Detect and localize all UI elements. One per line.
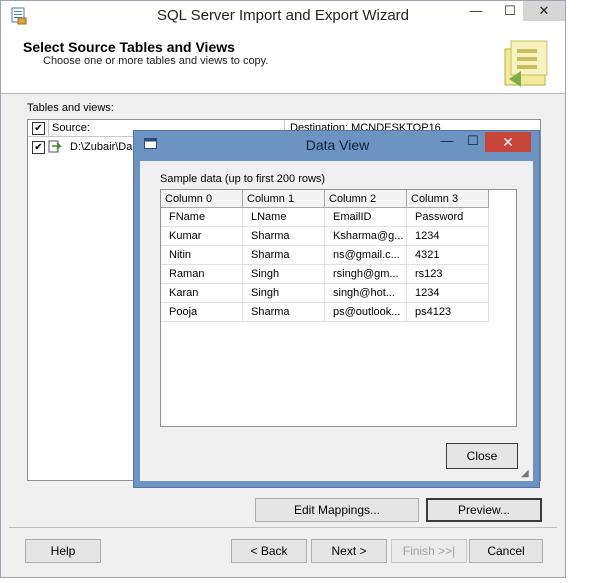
column-header[interactable]: Column 0 xyxy=(161,190,243,208)
table-cell: ns@gmail.c... xyxy=(325,246,407,265)
table-cell: 4321 xyxy=(407,246,489,265)
minimize-button[interactable]: — xyxy=(456,1,496,21)
maximize-button[interactable]: ☐ xyxy=(495,1,525,21)
title-bar[interactable]: SQL Server Import and Export Wizard — ☐ … xyxy=(1,1,565,31)
table-cell: Raman xyxy=(161,265,243,284)
table-cell: 1234 xyxy=(407,284,489,303)
help-button[interactable]: Help xyxy=(25,539,101,563)
sample-data-label: Sample data (up to first 200 rows) xyxy=(160,173,326,185)
table-cell: Sharma xyxy=(243,303,325,322)
back-button[interactable]: < Back xyxy=(231,539,307,563)
column-header[interactable]: Column 2 xyxy=(325,190,407,208)
sample-data-grid[interactable]: Column 0 Column 1 Column 2 Column 3 FNam… xyxy=(160,189,517,427)
table-cell: Sharma xyxy=(243,246,325,265)
dialog-maximize-button[interactable]: ☐ xyxy=(462,133,484,149)
table-cell: FName xyxy=(161,208,243,227)
footer-separator xyxy=(9,527,557,528)
table-row[interactable]: Karan Singh singh@hot... 1234 xyxy=(161,284,489,303)
column-header[interactable]: Column 3 xyxy=(407,190,489,208)
wizard-header: Select Source Tables and Views Choose on… xyxy=(1,31,565,94)
page-title: Select Source Tables and Views xyxy=(23,39,235,55)
source-column-header: Source: xyxy=(52,122,90,134)
table-cell: Nitin xyxy=(161,246,243,265)
table-cell: EmailID xyxy=(325,208,407,227)
table-cell: Ksharma@g... xyxy=(325,227,407,246)
table-cell: Singh xyxy=(243,284,325,303)
table-cell: rs123 xyxy=(407,265,489,284)
table-row[interactable]: FName LName EmailID Password xyxy=(161,208,489,227)
table-row-checkbox[interactable]: ✔ xyxy=(32,141,45,154)
cancel-button[interactable]: Cancel xyxy=(469,539,543,563)
table-cell: singh@hot... xyxy=(325,284,407,303)
select-all-checkbox[interactable]: ✔ xyxy=(32,122,45,135)
table-cell: Kumar xyxy=(161,227,243,246)
close-window-button[interactable]: ✕ xyxy=(523,1,565,21)
next-button[interactable]: Next > xyxy=(311,539,387,563)
table-cell: Sharma xyxy=(243,227,325,246)
page-subtitle: Choose one or more tables and views to c… xyxy=(43,55,269,67)
column-header[interactable]: Column 1 xyxy=(243,190,325,208)
table-cell: Singh xyxy=(243,265,325,284)
table-cell: LName xyxy=(243,208,325,227)
table-row[interactable]: Nitin Sharma ns@gmail.c... 4321 xyxy=(161,246,489,265)
table-cell: 1234 xyxy=(407,227,489,246)
data-view-dialog: Data View — ☐ ✕ Sample data (up to first… xyxy=(133,130,540,488)
table-row[interactable]: Kumar Sharma Ksharma@g... 1234 xyxy=(161,227,489,246)
table-row[interactable]: Raman Singh rsingh@gm... rs123 xyxy=(161,265,489,284)
dialog-body: Sample data (up to first 200 rows) Colum… xyxy=(140,161,533,481)
table-row[interactable]: Pooja Sharma ps@outlook... ps4123 xyxy=(161,303,489,322)
table-cell: Password xyxy=(407,208,489,227)
dialog-close-button[interactable]: ✕ xyxy=(485,132,531,152)
dialog-minimize-button[interactable]: — xyxy=(434,133,460,148)
table-cell: ps4123 xyxy=(407,303,489,322)
table-cell: Karan xyxy=(161,284,243,303)
preview-button[interactable]: Preview... xyxy=(426,498,542,522)
tables-and-views-label: Tables and views: xyxy=(27,102,114,114)
table-cell: Pooja xyxy=(161,303,243,322)
edit-mappings-button[interactable]: Edit Mappings... xyxy=(255,498,419,522)
close-button[interactable]: Close xyxy=(446,443,518,469)
table-cell: ps@outlook... xyxy=(325,303,407,322)
folder-tables-icon xyxy=(504,40,548,87)
finish-button[interactable]: Finish >>| xyxy=(391,539,467,563)
resize-grip-icon[interactable]: ◢ xyxy=(521,468,529,479)
table-row-source: D:\Zubair\Da xyxy=(70,141,133,153)
table-arrow-icon xyxy=(48,140,62,153)
table-cell: rsingh@gm... xyxy=(325,265,407,284)
